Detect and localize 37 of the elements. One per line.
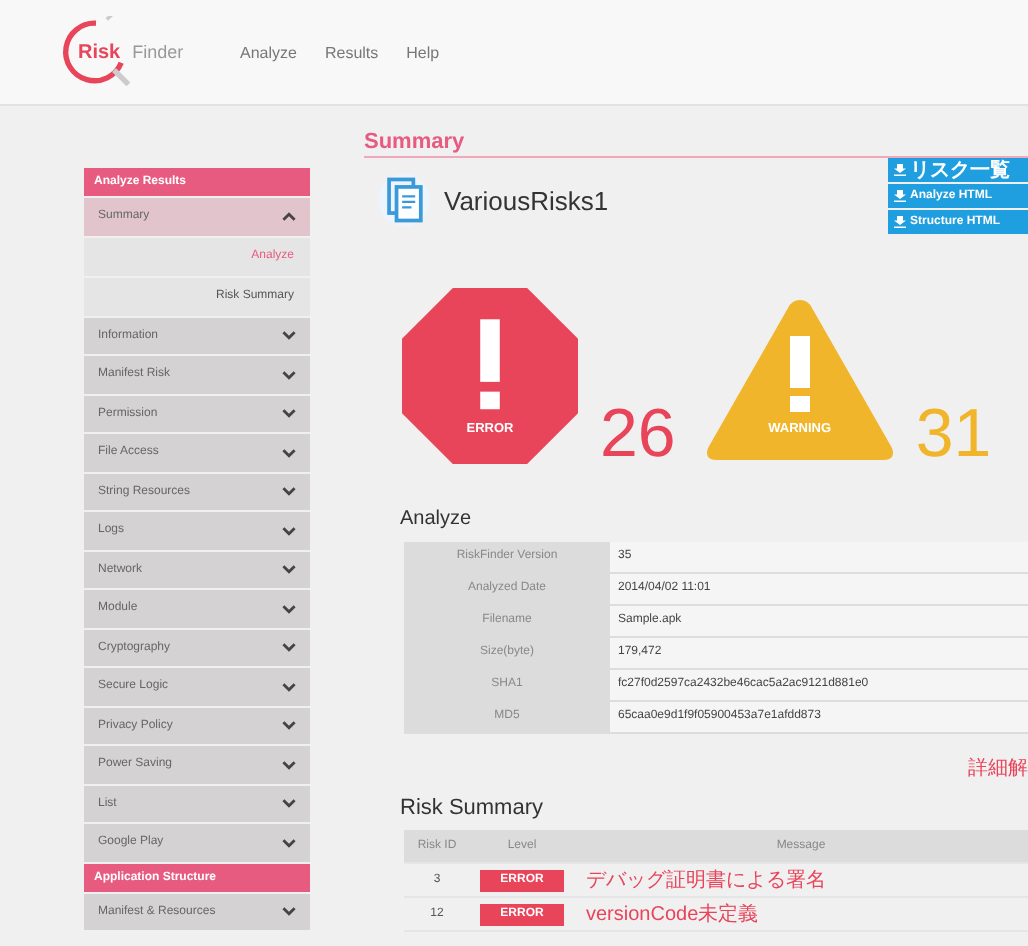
chevron-down-icon: [282, 330, 296, 341]
table-cell-text: デバッグ証明書による署名: [584, 867, 828, 894]
nav-link[interactable]: Results: [324, 43, 379, 61]
chevron-down-icon: [282, 906, 296, 917]
chevron-up-icon: [282, 211, 296, 222]
chevron-down-icon: [282, 720, 296, 731]
app-name: VariousRisks1: [444, 185, 609, 215]
chevron-down-icon: [282, 759, 296, 770]
count-number: 26: [600, 404, 676, 464]
chevron-down-icon: [282, 486, 296, 497]
chevron-down-icon: [282, 681, 296, 692]
table-cell-text: versionCode未定義: [584, 901, 761, 928]
download-icon: [894, 190, 906, 202]
logo-text: Finder: [132, 42, 184, 62]
chevron-down-icon: [282, 564, 296, 575]
chevron-down-icon: [282, 603, 296, 614]
count-number: 31: [915, 404, 992, 464]
warning-triangle-icon: [703, 296, 896, 464]
chevron-down-icon: [282, 369, 296, 380]
nav-link[interactable]: Analyze: [240, 43, 297, 61]
nav-link[interactable]: Help: [406, 43, 440, 61]
chevron-down-icon: [282, 525, 296, 536]
logo-text: Risk: [78, 41, 121, 63]
section-heading: Analyze: [400, 508, 474, 530]
download-icon: [894, 164, 906, 176]
section-heading: Risk Summary: [400, 796, 546, 820]
download-button[interactable]: リスク一覧: [888, 158, 1028, 182]
octagon-icon: [400, 288, 580, 464]
detail-link[interactable]: 詳細解: [968, 758, 1028, 780]
chevron-down-icon: [282, 642, 296, 653]
document-icon: [376, 172, 432, 228]
download-icon: [894, 216, 906, 228]
magnifier-icon: [60, 16, 132, 88]
chevron-down-icon: [282, 798, 296, 809]
chevron-down-icon: [282, 447, 296, 458]
chevron-down-icon: [282, 837, 296, 848]
chevron-down-icon: [282, 408, 296, 419]
